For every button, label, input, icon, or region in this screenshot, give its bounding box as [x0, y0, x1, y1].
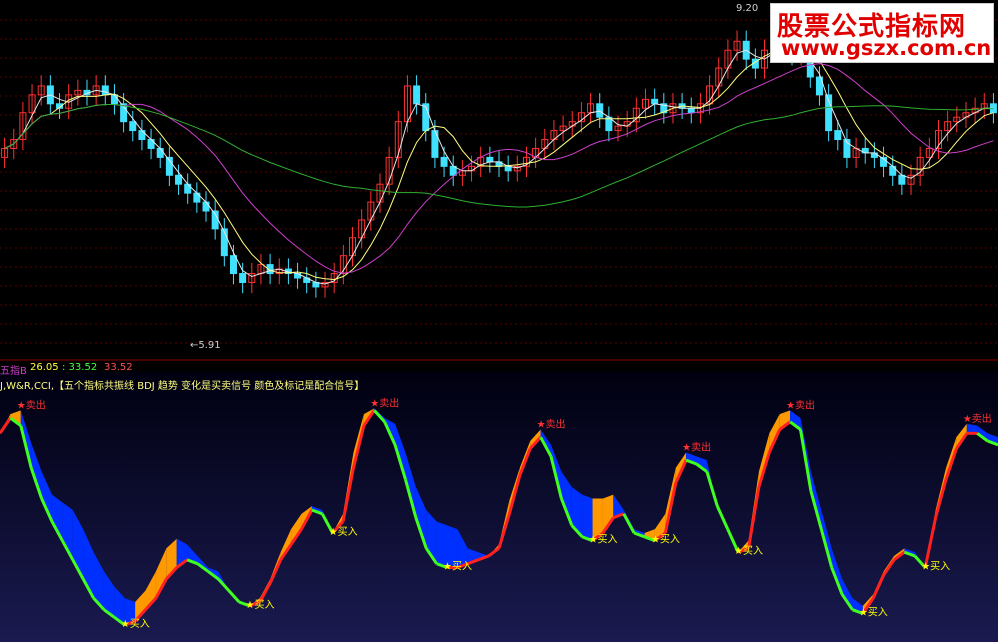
candle-body [413, 85, 421, 105]
candle-body [870, 152, 878, 158]
buy-signal: ★买入 [921, 561, 950, 573]
indicator-description: J,W&R,CCI,【五个指标共振线 BDJ 趋势 变化是买卖信号 颜色及标记是… [0, 381, 365, 392]
candle-body [138, 130, 146, 141]
sell-signal: ★卖出 [537, 418, 566, 431]
buy-signal: ★买入 [734, 545, 763, 557]
candle-body [440, 156, 448, 167]
candle-body [651, 98, 659, 105]
candle-body [101, 85, 109, 96]
candle-body [202, 201, 210, 212]
candle-body [834, 130, 842, 141]
indicator-value-3: 33.52 [104, 362, 133, 373]
candle-body [687, 107, 695, 114]
candle-body [110, 94, 118, 105]
sell-signal: ★卖出 [963, 412, 992, 425]
sell-signal: ★卖出 [17, 398, 46, 411]
indicator-value-2: : 33.52 [62, 362, 98, 373]
buy-signal: ★买入 [329, 526, 358, 538]
sell-signal: ★卖出 [682, 441, 711, 454]
candle-body [156, 147, 164, 158]
buy-signal: ★买入 [859, 607, 888, 619]
candle-body [129, 121, 137, 132]
sell-signal: ★卖出 [370, 396, 399, 409]
candle-body [229, 255, 237, 275]
buy-signal: ★买入 [589, 534, 618, 546]
buy-signal: ★买入 [651, 534, 680, 546]
chart-stage: ★卖出 ★买入 ★买入 ★买入 ★卖出 ★买入 ★卖出 ★买入 ★买入 ★卖出 ★买入 ★卖出 ★买入 ★… [0, 0, 998, 642]
buy-signal: ★买入 [443, 561, 472, 573]
indicator-name: 五指B [0, 366, 27, 377]
buy-signal: ★买入 [121, 618, 150, 630]
candle-body [239, 273, 247, 283]
candle-body [898, 174, 906, 185]
candle-body [175, 174, 183, 185]
buy-signal: ★买入 [246, 599, 275, 611]
candle-body [486, 156, 494, 163]
price-low-label: ←5.91 [190, 340, 221, 351]
site-watermark: 股票公式指标网 www.gszx.com.cn [770, 3, 994, 63]
indicator-value-1: 26.05 [30, 362, 59, 373]
candle-body [596, 103, 604, 118]
watermark-url: www.gszx.com.cn [781, 36, 992, 60]
chart-canvas: ★卖出 ★买入 ★买入 ★买入 ★卖出 ★买入 ★卖出 ★买入 ★买入 ★卖出 ★买入 ★卖出 ★买入 ★… [0, 19, 998, 642]
price-high-label: 9.20 [736, 3, 759, 14]
sell-signal: ★卖出 [786, 398, 815, 411]
